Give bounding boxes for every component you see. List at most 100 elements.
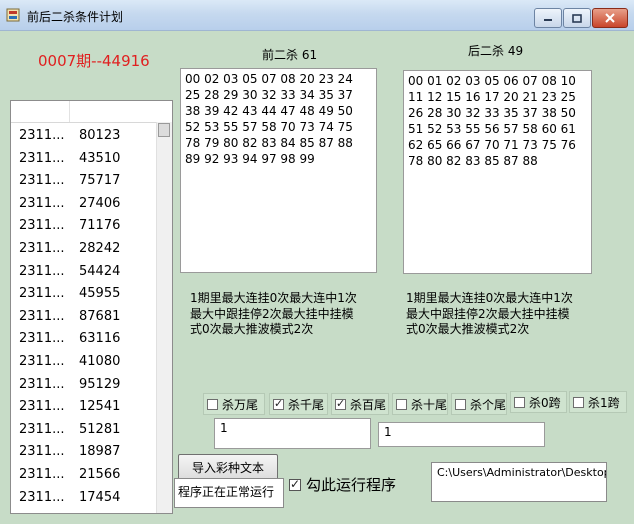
list-item-issue: 2311... <box>19 240 65 256</box>
list-item[interactable]: 2311... 75717 <box>11 168 156 191</box>
list-item-number: 75717 <box>79 173 121 189</box>
period-label: 0007期--44916 <box>38 52 150 70</box>
list-item[interactable]: 2311... 12541 <box>11 394 156 417</box>
list-item[interactable]: 2311... 51281 <box>11 417 156 440</box>
list-item-issue: 2311... <box>19 421 65 437</box>
checkbox-box[interactable] <box>514 396 525 408</box>
list-item[interactable]: 2311... 54424 <box>11 259 156 282</box>
path-field[interactable]: C:\Users\Administrator\Desktop <box>431 462 607 502</box>
list-item[interactable]: 2311... 18987 <box>11 439 156 462</box>
checkbox-kill-span1[interactable]: 杀1跨 <box>569 391 627 413</box>
list-item-issue: 2311... <box>19 218 65 234</box>
checkbox-box[interactable] <box>207 398 218 410</box>
list-item[interactable]: 2311... 28242 <box>11 236 156 259</box>
close-icon <box>605 13 615 23</box>
checkbox-kill-bai[interactable]: 杀百尾 <box>331 393 389 415</box>
checkbox-box[interactable] <box>455 398 466 410</box>
list-item-number: 21566 <box>79 466 121 482</box>
import-text-button[interactable]: 导入彩种文本 <box>178 454 278 480</box>
back-numbers-box[interactable]: 00 01 02 03 05 06 07 08 10 11 12 15 16 1… <box>403 70 592 274</box>
list-item-number: 28242 <box>79 240 121 256</box>
list-item-issue: 2311... <box>19 466 65 482</box>
right-value-input[interactable]: 1 <box>378 422 545 447</box>
minimize-icon <box>544 19 552 21</box>
list-item[interactable]: 2311... 43510 <box>11 146 156 169</box>
list-item-issue: 2311... <box>19 489 65 505</box>
checkbox-label: 杀百尾 <box>350 397 387 412</box>
list-item[interactable]: 2311... 80123 <box>11 123 156 146</box>
checkbox-kill-qian[interactable]: 杀千尾 <box>269 393 328 415</box>
title-bar[interactable]: 前后二杀条件计划 <box>0 0 634 31</box>
list-item-number: 51281 <box>79 421 121 437</box>
checkbox-box[interactable] <box>396 398 407 410</box>
app-icon <box>6 8 20 22</box>
back-stat-line: 最大中跟挂停2次最大挂中挂模 <box>406 306 570 321</box>
checkbox-kill-ge[interactable]: 杀个尾 <box>451 393 507 415</box>
list-item-number: 54424 <box>79 263 121 279</box>
list-scrollbar[interactable] <box>156 122 172 513</box>
list-item[interactable]: 2311... 71176 <box>11 213 156 236</box>
app-window: 前后二杀条件计划 0007期--44916 2311... 80123 2311..… <box>0 0 634 524</box>
window-title: 前后二杀条件计划 <box>27 10 124 24</box>
checkbox-label: 杀十尾 <box>411 397 448 412</box>
checkbox-box[interactable] <box>573 396 584 408</box>
checkbox-kill-span0[interactable]: 杀0跨 <box>510 391 567 413</box>
list-item-number: 95129 <box>79 376 121 392</box>
back-stat-line: 1期里最大连挂0次最大连中1次 <box>406 291 573 305</box>
checkbox-label: 杀千尾 <box>288 397 325 412</box>
list-header-col-1[interactable] <box>11 101 70 122</box>
checkbox-label: 杀个尾 <box>470 397 507 412</box>
list-header-col-2[interactable] <box>70 101 156 122</box>
maximize-button[interactable] <box>563 8 591 28</box>
list-item[interactable]: 2311... 17454 <box>11 485 156 508</box>
list-item-issue: 2311... <box>19 331 65 347</box>
list-item-issue: 2311... <box>19 195 65 211</box>
list-item-number: 87681 <box>79 308 121 324</box>
list-item[interactable]: 2311... 63116 <box>11 326 156 349</box>
checkbox-box[interactable] <box>273 397 284 410</box>
list-item-issue: 2311... <box>19 128 65 143</box>
front-stat-line: 最大中跟挂停2次最大挂中挂模 <box>190 306 354 321</box>
list-item-issue: 2311... <box>19 308 65 324</box>
run-checkbox-box[interactable] <box>289 477 301 491</box>
checkbox-box[interactable] <box>335 397 346 410</box>
left-value-input[interactable]: 1 <box>214 418 371 449</box>
list-item-issue: 2311... <box>19 399 65 415</box>
list-item[interactable]: 2311... 95129 <box>11 372 156 395</box>
back-title: 后二杀 49 <box>468 44 524 58</box>
list-item[interactable]: 2311... 87681 <box>11 304 156 327</box>
checkbox-label: 杀1跨 <box>588 395 620 410</box>
list-item-issue: 2311... <box>19 286 65 302</box>
list-item-number: 71176 <box>79 218 121 234</box>
front-stat-line: 式0次最大推波模式2次 <box>190 322 314 336</box>
list-item-number: 41080 <box>79 353 121 369</box>
list-item-number: 45955 <box>79 286 121 302</box>
list-item-issue: 2311... <box>19 263 65 279</box>
list-item-number: 80123 <box>79 128 121 143</box>
checkbox-kill-wan[interactable]: 杀万尾 <box>203 393 265 415</box>
list-item-issue: 2311... <box>19 150 65 166</box>
list-item-issue: 2311... <box>19 173 65 189</box>
list-item[interactable]: 2311... 27406 <box>11 191 156 214</box>
list-item-number: 43510 <box>79 150 121 166</box>
list-header <box>11 101 156 123</box>
checkbox-kill-shi[interactable]: 杀十尾 <box>392 393 448 415</box>
front-stats: 1期里最大连挂0次最大连中1次 最大中跟挂停2次最大挂中挂模 式0次最大推波模式… <box>190 291 357 338</box>
list-rows: 2311... 80123 2311... 43510 2311... 75717 2311… <box>11 123 156 507</box>
back-stats: 1期里最大连挂0次最大连中1次 最大中跟挂停2次最大挂中挂模 式0次最大推波模式… <box>406 291 573 338</box>
list-item-issue: 2311... <box>19 353 65 369</box>
front-numbers-box[interactable]: 00 02 03 05 07 08 20 23 24 25 28 29 30 3… <box>180 68 377 273</box>
list-item[interactable]: 2311... 41080 <box>11 349 156 372</box>
close-button[interactable] <box>592 8 628 28</box>
front-title: 前二杀 61 <box>262 48 318 62</box>
list-item[interactable]: 2311... 45955 <box>11 281 156 304</box>
scrollbar-thumb[interactable] <box>158 123 170 137</box>
minimize-button[interactable] <box>534 8 562 28</box>
list-item[interactable]: 2311... 21566 <box>11 462 156 485</box>
history-list[interactable]: 2311... 80123 2311... 43510 2311... 75717 2311… <box>10 100 173 514</box>
list-item-number: 18987 <box>79 444 121 460</box>
list-item-issue: 2311... <box>19 444 65 460</box>
run-checkbox-label: 勾此运行程序 <box>306 476 397 494</box>
status-box: 程序正在正常运行 <box>174 478 284 508</box>
run-program-checkbox[interactable]: 勾此运行程序 <box>289 474 396 495</box>
